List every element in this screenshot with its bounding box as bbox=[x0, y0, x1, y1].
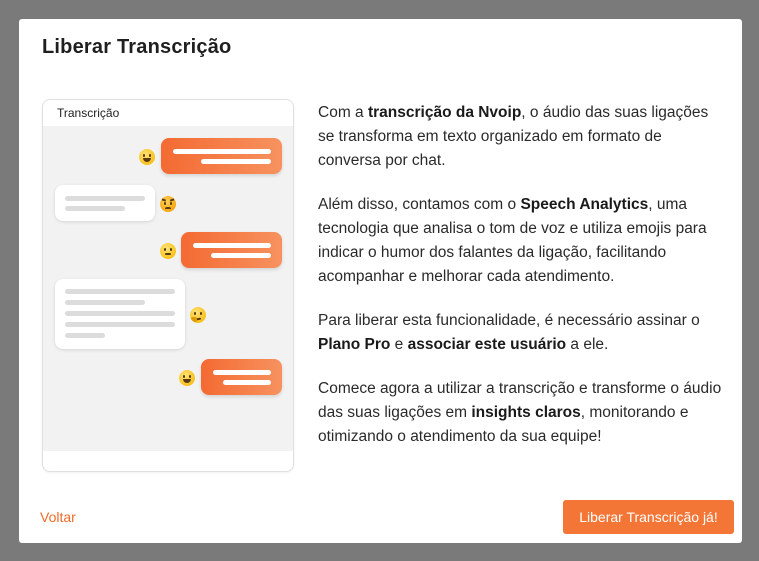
back-link[interactable]: Voltar bbox=[40, 509, 76, 525]
description-paragraph: Para liberar esta funcionalidade, é nece… bbox=[318, 312, 700, 353]
chat-preview-area bbox=[43, 126, 293, 451]
preview-title: Transcrição bbox=[57, 106, 120, 120]
transcription-preview-card: Transcrição bbox=[42, 99, 294, 472]
thinking-face-icon bbox=[190, 307, 206, 323]
chat-bubble-outgoing bbox=[161, 138, 282, 174]
angry-face-icon bbox=[160, 196, 176, 212]
chat-bubble-outgoing bbox=[201, 359, 282, 395]
description-paragraph: Comece agora a utilizar a transcrição e … bbox=[318, 380, 722, 445]
neutral-face-icon bbox=[160, 243, 176, 259]
description-text: Com a transcrição da Nvoip, o áudio das … bbox=[318, 101, 728, 469]
chat-bubble-incoming bbox=[55, 279, 185, 349]
chat-bubble-outgoing bbox=[181, 232, 282, 268]
description-paragraph: Com a transcrição da Nvoip, o áudio das … bbox=[318, 104, 709, 169]
grinning-face-icon bbox=[139, 149, 155, 165]
chat-bubble-incoming bbox=[55, 185, 155, 221]
description-paragraph: Além disso, contamos com o Speech Analyt… bbox=[318, 196, 707, 285]
modal-title: Liberar Transcrição bbox=[42, 36, 232, 58]
grinning-face-icon bbox=[179, 370, 195, 386]
liberar-transcricao-button[interactable]: Liberar Transcrição já! bbox=[563, 500, 734, 534]
liberar-transcricao-modal: Liberar Transcrição Transcrição Com a tr… bbox=[19, 19, 742, 543]
